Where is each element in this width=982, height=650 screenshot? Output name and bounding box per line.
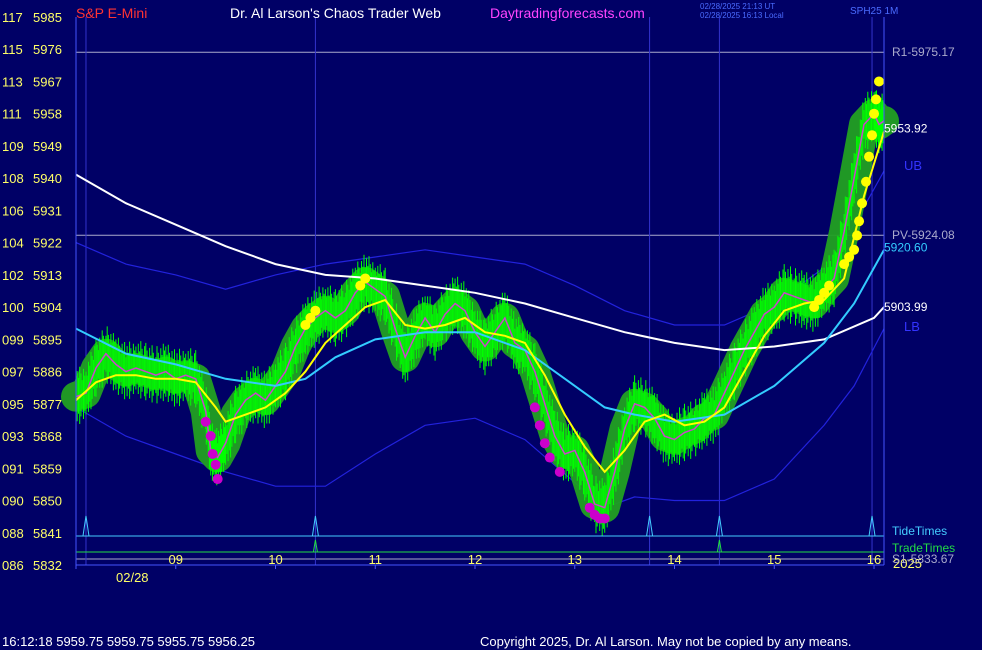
yellow-dot-2	[310, 305, 321, 316]
y-tick-left-090: 090	[2, 494, 24, 509]
quote-line: 16:12:18 5959.75 5959.75 5955.75 5956.25	[2, 634, 256, 649]
y-tick-price-5841: 5841	[33, 526, 62, 541]
y-tick-left-095: 095	[2, 397, 24, 412]
yellow-dot-4	[360, 273, 371, 284]
yellow-dot-13	[854, 216, 865, 227]
y-tick-left-091: 091	[2, 461, 24, 476]
y-tick-price-5958: 5958	[33, 107, 62, 122]
x-tick-label-14: 14	[667, 552, 681, 567]
y-tick-price-5868: 5868	[33, 429, 62, 444]
y-tick-price-5931: 5931	[33, 203, 62, 218]
yellow-dot-18	[869, 108, 880, 119]
y-tick-price-5886: 5886	[33, 365, 62, 380]
y-tick-price-5940: 5940	[33, 171, 62, 186]
magenta-dot-6	[534, 420, 545, 431]
y-axis-labels: 117 5985 115 5976 113 5967 111 5958 109 5949 108 59…	[2, 10, 62, 573]
price-bars	[75, 90, 884, 536]
yellow-dot-20	[874, 76, 885, 87]
y-tick-left-115: 115	[2, 42, 23, 57]
y-tick-left-113: 113	[2, 74, 23, 89]
x-tick-label-11: 11	[369, 552, 383, 567]
y-tick-price-5850: 5850	[33, 494, 62, 509]
site-link[interactable]: Daytradingforecasts.com	[490, 5, 645, 21]
yellow-dot-16	[864, 151, 875, 162]
level-label-R1: R1-5975.17	[892, 45, 955, 59]
magenta-dot-13	[599, 513, 610, 524]
tide-times-row	[76, 515, 884, 553]
data-source: SPH25 1M	[850, 6, 899, 17]
x-date-label: 02/28	[116, 570, 149, 585]
y-tick-price-5976: 5976	[33, 42, 62, 57]
x-tick-label-12: 12	[468, 552, 482, 567]
y-tick-left-102: 102	[2, 268, 24, 283]
y-tick-price-5967: 5967	[33, 74, 62, 89]
y-tick-price-5913: 5913	[33, 268, 62, 283]
y-tick-price-5904: 5904	[33, 300, 62, 315]
y-tick-left-093: 093	[2, 429, 24, 444]
x-tick-label-13: 13	[568, 552, 582, 567]
y-tick-left-099: 099	[2, 332, 24, 347]
tide-vertical-markers	[85, 17, 873, 565]
magenta-dot-4	[212, 474, 223, 485]
yellow-dot-12	[852, 230, 863, 241]
y-tick-price-5985: 5985	[33, 10, 62, 25]
magenta-dot-2	[207, 448, 218, 459]
y-tick-left-100: 100	[2, 300, 24, 315]
yellow-dot-15	[861, 176, 872, 187]
y-tick-left-088: 088	[2, 526, 24, 541]
magenta-dot-5	[529, 402, 540, 413]
magenta-dot-0	[200, 416, 211, 427]
y-tick-left-086: 086	[2, 558, 24, 573]
symbol-label: S&P E-Mini	[76, 5, 148, 21]
y-tick-left-111: 111	[2, 107, 22, 122]
right-labels: R1-5975.17PV-5924.08S1-5833.675953.92592…	[884, 45, 955, 566]
x-tick-label-10: 10	[268, 552, 282, 567]
right-value-avg_white: 5903.99	[884, 300, 928, 314]
x-axis-labels: 09 10 11 12 13 14 15 1602/282025	[116, 552, 922, 585]
x-tick-label-16: 16	[867, 552, 881, 567]
x-tick-label-09: 09	[169, 552, 183, 567]
magenta-dot-3	[210, 459, 221, 470]
timestamp-local: 02/28/2025 16:13 Local	[700, 11, 784, 20]
y-tick-left-106: 106	[2, 203, 24, 218]
y-tick-left-117: 117	[2, 10, 23, 25]
magenta-dot-7	[539, 438, 550, 449]
timestamp-utc: 02/28/2025 21:13 UT	[700, 2, 776, 11]
y-tick-left-108: 108	[2, 171, 24, 186]
y-tick-price-5877: 5877	[33, 397, 62, 412]
y-tick-left-097: 097	[2, 365, 24, 380]
tide-times-label: TideTimes	[892, 524, 947, 538]
copyright: Copyright 2025, Dr. Al Larson. May not b…	[480, 634, 852, 649]
band-label-lower: LB	[904, 319, 920, 334]
trade-times-label: TradeTimes	[892, 541, 955, 555]
y-tick-price-5949: 5949	[33, 139, 62, 154]
right-value-price: 5953.92	[884, 121, 928, 135]
y-tick-left-104: 104	[2, 236, 24, 251]
right-value-avg_cyan: 5920.60	[884, 241, 928, 255]
y-tick-price-5832: 5832	[33, 558, 62, 573]
yellow-dot-19	[871, 94, 882, 105]
yellow-dot-8	[824, 280, 835, 291]
yellow-dot-11	[849, 244, 860, 255]
x-tick-label-15: 15	[767, 552, 781, 567]
magenta-dot-9	[554, 466, 565, 477]
band-label-upper: UB	[904, 158, 922, 173]
price-chart: 117 5985 115 5976 113 5967 111 5958 109 5949 108 59…	[2, 10, 955, 585]
y-tick-price-5895: 5895	[33, 332, 62, 347]
yellow-dot-14	[857, 198, 868, 209]
price-series	[75, 90, 885, 536]
y-tick-left-109: 109	[2, 139, 24, 154]
chart-title: Dr. Al Larson's Chaos Trader Web	[230, 5, 441, 21]
y-tick-price-5859: 5859	[33, 461, 62, 476]
yellow-dot-17	[867, 130, 878, 141]
y-tick-price-5922: 5922	[33, 236, 62, 251]
magenta-dot-8	[544, 452, 555, 463]
magenta-dot-1	[205, 431, 216, 442]
